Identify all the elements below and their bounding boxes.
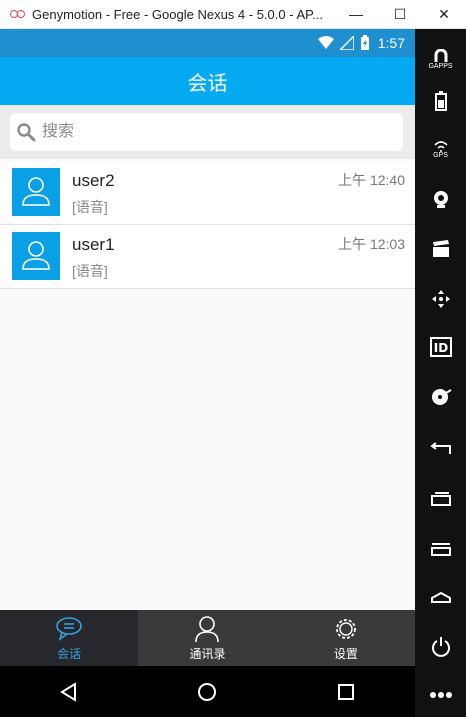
recents-square-icon (337, 683, 354, 700)
more-options-button[interactable] (415, 675, 466, 715)
conversation-name: user1 (72, 235, 115, 254)
recents-button[interactable] (326, 672, 366, 712)
close-button[interactable]: ✕ (422, 0, 466, 28)
tab-contacts[interactable]: 通讯录 (138, 610, 276, 666)
id-card-icon: ID (429, 337, 452, 357)
power-icon (431, 637, 450, 657)
gapps-icon (434, 48, 447, 62)
home-roof-icon (430, 591, 451, 603)
search-container (0, 105, 415, 159)
avatar (12, 168, 60, 216)
conversation-preview: [语音] (72, 199, 108, 215)
conversation-preview: [语音] (72, 263, 108, 279)
disk-icon (431, 389, 452, 405)
tab-conversations[interactable]: 会话 (0, 610, 139, 666)
sidebar-menu-button[interactable] (415, 529, 466, 569)
sidebar-home-button[interactable] (415, 577, 466, 617)
back-arrow-icon (429, 442, 451, 454)
maximize-button[interactable]: ☐ (378, 0, 422, 28)
conversation-item-user2[interactable]: user2 [语音] 上午 12:40 (0, 161, 415, 225)
clapperboard-icon (432, 240, 449, 257)
android-status-bar: 1:57 (0, 29, 415, 57)
dpad-button[interactable] (415, 279, 466, 319)
webcam-icon (433, 191, 448, 208)
recent-apps-icon (430, 492, 451, 506)
home-button[interactable] (187, 672, 227, 712)
gapps-button[interactable]: GAPPS (415, 39, 466, 79)
search-icon (17, 123, 36, 142)
gapps-label: GAPPS (428, 62, 453, 70)
signal-icon (339, 36, 354, 50)
power-button[interactable] (415, 627, 466, 667)
back-triangle-icon (60, 681, 77, 702)
search-input[interactable] (40, 122, 374, 142)
sidebar-recents-button[interactable] (415, 479, 466, 519)
gps-signal-icon (433, 140, 448, 152)
device-id-button[interactable]: ID (415, 327, 466, 367)
user-avatar-icon (22, 177, 50, 206)
conversation-time: 上午 12:40 (338, 172, 405, 188)
tab-label: 会话 (57, 646, 82, 661)
battery-button[interactable] (415, 81, 466, 121)
conversation-list: user2 [语音] 上午 12:40 user1 [语音] 上午 12:03 (0, 161, 415, 289)
capture-button[interactable] (415, 229, 466, 269)
window-titlebar: Genymotion - Free - Google Nexus 4 - 5.0… (0, 0, 466, 29)
bottom-tab-bar: 会话 通讯录 设置 (0, 610, 415, 666)
webcam-button[interactable] (415, 179, 466, 219)
tab-label: 通讯录 (189, 646, 226, 661)
device-screen: 1:57 会话 user2 [语音] 上午 12:40 user1 [语音] 上… (0, 29, 415, 717)
gps-button[interactable]: GPS (415, 129, 466, 169)
chat-icon (56, 616, 82, 641)
minimize-button[interactable]: — (334, 0, 378, 28)
move-arrows-icon (431, 290, 450, 308)
page-title: 会话 (187, 72, 228, 95)
conversation-item-user1[interactable]: user1 [语音] 上午 12:03 (0, 225, 415, 289)
gps-label: GPS (433, 151, 448, 159)
svg-text:ID: ID (433, 341, 447, 355)
window-title: Genymotion - Free - Google Nexus 4 - 5.0… (32, 6, 323, 22)
battery-charging-icon (360, 35, 369, 50)
contacts-icon (195, 615, 220, 642)
disk-io-button[interactable] (415, 377, 466, 417)
battery-icon (434, 91, 447, 111)
conversation-name: user2 (72, 171, 115, 190)
search-box[interactable] (10, 113, 403, 151)
conversation-time: 上午 12:03 (338, 236, 405, 252)
home-circle-icon (198, 682, 217, 701)
status-time: 1:57 (377, 35, 405, 51)
menu-icon (430, 543, 451, 556)
more-dots-icon (429, 692, 452, 698)
user-avatar-icon (22, 241, 50, 270)
sidebar-back-button[interactable] (415, 429, 466, 469)
android-nav-bar (0, 666, 415, 717)
wifi-icon (317, 36, 334, 49)
avatar (12, 232, 60, 280)
tab-label: 设置 (333, 646, 358, 661)
app-bar: 会话 (0, 57, 415, 105)
back-button[interactable] (49, 672, 89, 712)
genymotion-sidebar: GAPPS GPS ID (415, 29, 466, 717)
settings-icon (335, 618, 356, 639)
genymotion-logo-icon (10, 9, 26, 19)
tab-settings[interactable]: 设置 (277, 610, 415, 666)
